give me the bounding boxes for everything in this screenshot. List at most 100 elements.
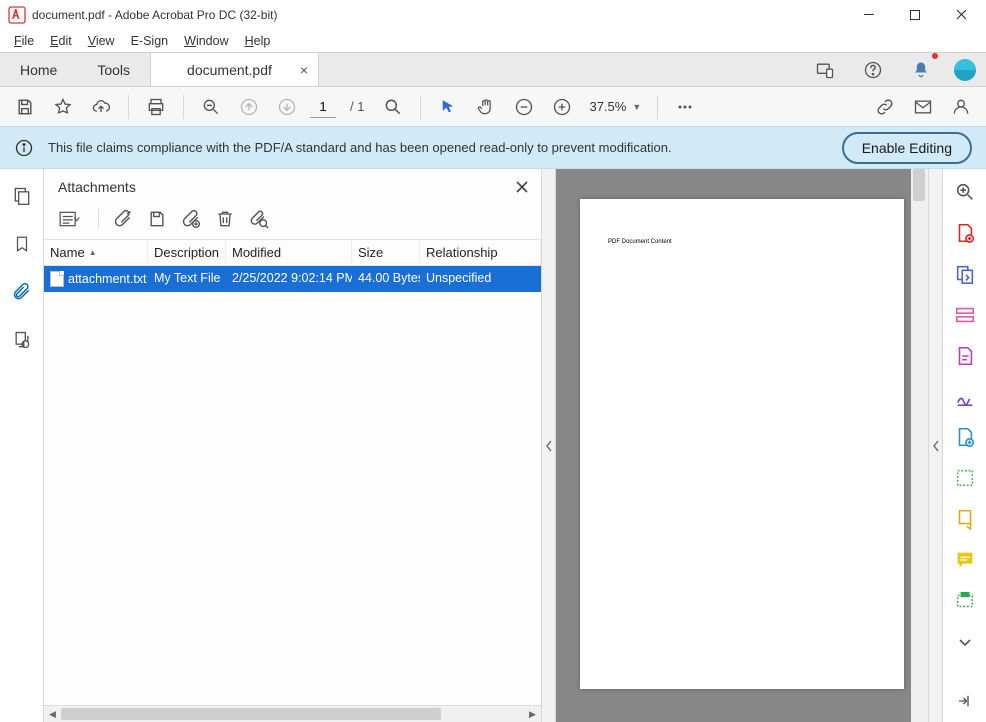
close-panel-button[interactable] [515, 180, 529, 194]
create-pdf-icon[interactable] [951, 222, 979, 245]
star-icon[interactable] [48, 92, 78, 122]
content-area: i Attachments Name▲ Description Modified… [0, 169, 986, 722]
zoom-value: 37.5% [589, 99, 626, 114]
search-attachment-icon[interactable] [249, 209, 269, 229]
help-icon[interactable] [858, 55, 888, 85]
zoom-out-icon[interactable] [509, 92, 539, 122]
cell-relationship: Unspecified [420, 266, 541, 292]
col-relationship[interactable]: Relationship [420, 240, 541, 265]
people-icon[interactable] [946, 92, 976, 122]
cell-description: My Text File [148, 266, 226, 292]
zoom-out-find-icon[interactable] [196, 92, 226, 122]
add-attachment-icon[interactable] [181, 209, 201, 229]
cell-name: attachment.txt [68, 272, 147, 286]
notification-dot [932, 53, 938, 59]
tab-document[interactable]: document.pdf × [150, 53, 319, 86]
doc-content-text: PDF Document Content [608, 239, 672, 245]
zoom-in-icon[interactable] [547, 92, 577, 122]
menu-esign[interactable]: E-Sign [123, 32, 177, 50]
svg-text:i: i [22, 343, 23, 349]
hand-tool-icon[interactable] [471, 92, 501, 122]
save-attachment-icon[interactable] [147, 209, 167, 229]
bookmarks-icon[interactable] [7, 229, 37, 259]
print-icon[interactable] [141, 92, 171, 122]
window-title: document.pdf - Adobe Acrobat Pro DC (32-… [32, 8, 277, 22]
document-view[interactable]: PDF Document Content [556, 169, 928, 722]
expand-right-icon[interactable] [951, 689, 979, 712]
col-size[interactable]: Size [352, 240, 420, 265]
attachments-table: Name▲ Description Modified Size Relation… [44, 240, 541, 705]
zoom-fit-icon[interactable] [378, 92, 408, 122]
notifications-icon[interactable] [906, 55, 936, 85]
layers-icon[interactable]: i [7, 325, 37, 355]
col-modified[interactable]: Modified [226, 240, 352, 265]
panel-horizontal-scrollbar[interactable]: ◀ ▶ [44, 705, 541, 722]
tab-close-button[interactable]: × [300, 62, 308, 78]
banner-message: This file claims compliance with the PDF… [48, 140, 828, 155]
menu-file[interactable]: File [6, 32, 42, 50]
info-icon [14, 138, 34, 158]
menu-view[interactable]: View [80, 32, 123, 50]
user-avatar[interactable] [954, 59, 976, 81]
search-tool-icon[interactable] [951, 181, 979, 204]
select-cursor-icon[interactable] [433, 92, 463, 122]
export-pdf-icon[interactable] [951, 426, 979, 449]
scan-ocr-icon[interactable] [951, 589, 979, 612]
attachments-nav-icon[interactable] [7, 277, 37, 307]
share-device-icon[interactable] [810, 55, 840, 85]
vscroll-thumb[interactable] [913, 169, 925, 201]
thumbnails-icon[interactable] [7, 181, 37, 211]
collapse-panel-handle[interactable] [542, 169, 556, 722]
more-tools-icon[interactable] [670, 92, 700, 122]
col-name[interactable]: Name▲ [44, 240, 148, 265]
tab-home[interactable]: Home [0, 53, 77, 86]
table-header: Name▲ Description Modified Size Relation… [44, 240, 541, 266]
cell-size: 44.00 Bytes [352, 266, 420, 292]
table-row[interactable]: attachment.txt My Text File 2/25/2022 9:… [44, 266, 541, 292]
prev-page-icon[interactable] [234, 92, 264, 122]
tab-tools[interactable]: Tools [77, 53, 150, 86]
page-number-input[interactable] [310, 96, 336, 118]
combine-files-icon[interactable] [951, 263, 979, 286]
save-icon[interactable] [10, 92, 40, 122]
menu-help[interactable]: Help [237, 32, 279, 50]
minimize-button[interactable] [846, 0, 892, 30]
cloud-upload-icon[interactable] [86, 92, 116, 122]
file-icon [50, 271, 64, 287]
zoom-select[interactable]: 37.5% ▼ [585, 99, 645, 114]
scroll-right-button[interactable]: ▶ [524, 706, 541, 722]
cell-modified: 2/25/2022 9:02:14 PM [226, 266, 352, 292]
comment-icon[interactable] [951, 549, 979, 572]
main-toolbar: / 1 37.5% ▼ [0, 87, 986, 127]
tab-document-label: document.pdf [187, 62, 272, 78]
menu-bar: File Edit View E-Sign Window Help [0, 30, 986, 52]
col-description[interactable]: Description [148, 240, 226, 265]
right-tool-rail [942, 169, 986, 722]
enable-editing-button[interactable]: Enable Editing [842, 132, 972, 164]
pdfa-banner: This file claims compliance with the PDF… [0, 127, 986, 169]
fill-sign-icon[interactable] [951, 385, 979, 408]
collapse-right-handle[interactable] [928, 169, 942, 722]
scroll-thumb[interactable] [61, 708, 441, 720]
document-vertical-scrollbar[interactable] [911, 169, 928, 722]
left-nav-rail: i [0, 169, 44, 722]
edit-pdf-icon[interactable] [951, 304, 979, 327]
send-comments-icon[interactable] [951, 508, 979, 531]
maximize-button[interactable] [892, 0, 938, 30]
email-icon[interactable] [908, 92, 938, 122]
pdf-page: PDF Document Content [580, 199, 904, 689]
open-attachment-icon[interactable] [113, 209, 133, 229]
options-dropdown-icon[interactable] [58, 209, 84, 229]
more-tools-chevron-icon[interactable] [951, 630, 979, 653]
share-link-icon[interactable] [870, 92, 900, 122]
chevron-down-icon: ▼ [632, 102, 641, 112]
menu-window[interactable]: Window [176, 32, 236, 50]
organize-pages-icon[interactable] [951, 467, 979, 490]
menu-edit[interactable]: Edit [42, 32, 80, 50]
scroll-left-button[interactable]: ◀ [44, 706, 61, 722]
tabs-row: Home Tools document.pdf × [0, 52, 986, 87]
delete-attachment-icon[interactable] [215, 209, 235, 229]
request-signatures-icon[interactable] [951, 344, 979, 367]
close-window-button[interactable] [938, 0, 984, 30]
next-page-icon[interactable] [272, 92, 302, 122]
